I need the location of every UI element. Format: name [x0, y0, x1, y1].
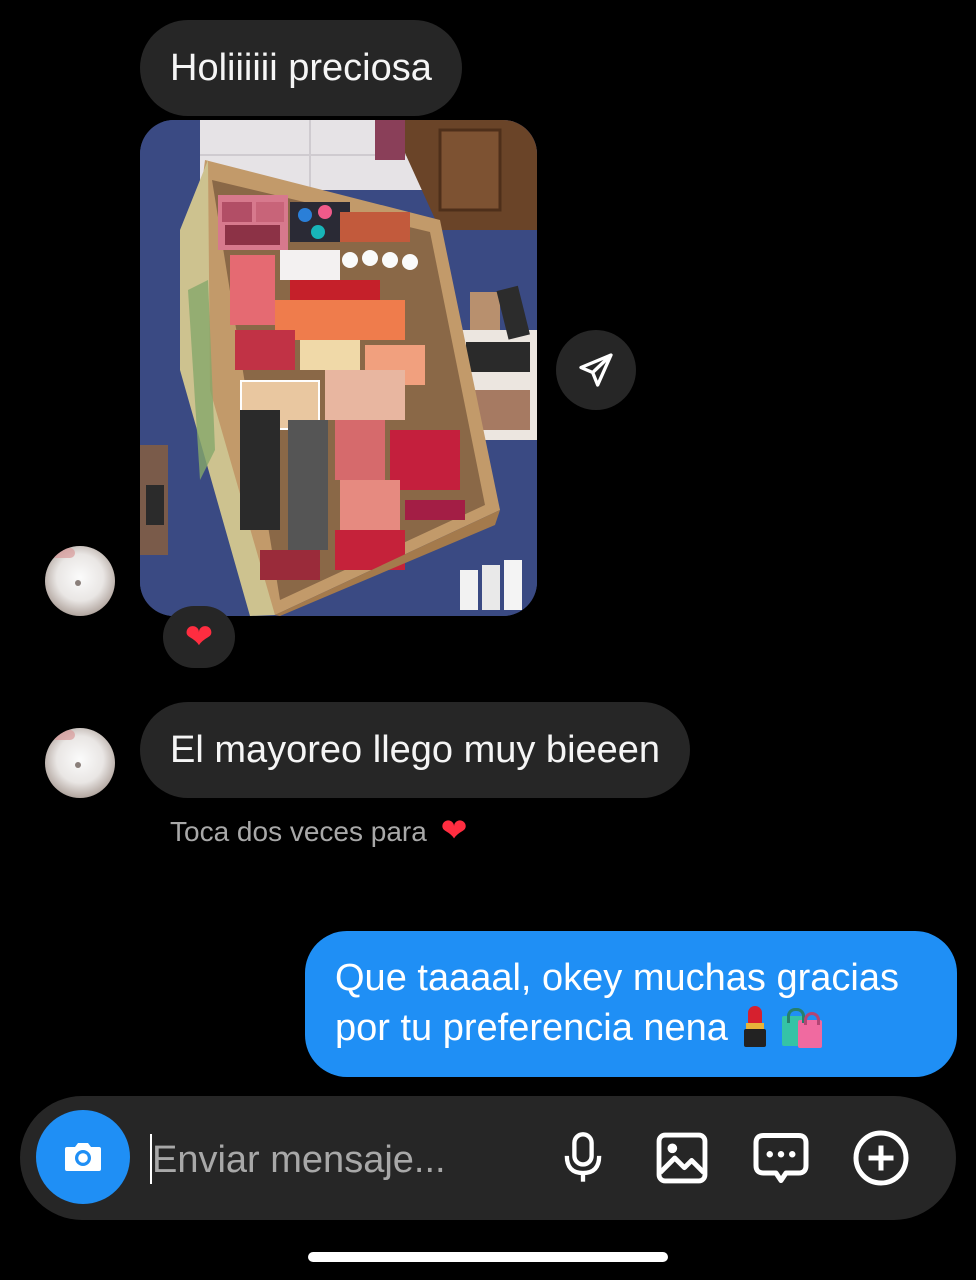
sender-avatar[interactable]: [45, 546, 115, 616]
lipstick-emoji: [742, 1006, 768, 1048]
send-paper-plane-icon: [579, 353, 613, 387]
gallery-button[interactable]: [650, 1126, 714, 1190]
message-text-line: Que taaaal, okey muchas gracias: [335, 957, 899, 999]
message-input[interactable]: [152, 1130, 532, 1190]
incoming-message-bubble[interactable]: El mayoreo llego muy bieeen: [140, 702, 691, 798]
outgoing-message-bubble[interactable]: Que taaaal, okey muchas gracias por tu p…: [305, 931, 957, 1077]
photo-image: [140, 120, 537, 616]
camera-button[interactable]: [36, 1110, 130, 1204]
avatar-detail: [51, 548, 75, 558]
shopping-bags-emoji: [781, 1006, 824, 1048]
image-gallery-icon: [656, 1132, 708, 1184]
home-indicator[interactable]: [308, 1252, 668, 1262]
microphone-icon: [564, 1132, 602, 1182]
message-text: Holiiiiii preciosa: [170, 47, 432, 89]
avatar-detail: [75, 762, 81, 768]
share-photo-button[interactable]: [556, 330, 636, 410]
message-text-line-2: por tu preferencia nena: [335, 1003, 927, 1053]
sticker-button[interactable]: [749, 1126, 813, 1190]
camera-icon: [65, 1143, 101, 1171]
heart-reaction[interactable]: ❤: [163, 606, 235, 668]
avatar-detail: [75, 580, 81, 586]
heart-icon: ❤: [184, 618, 214, 656]
sender-avatar[interactable]: [45, 728, 115, 798]
message-text: El mayoreo llego muy bieeen: [170, 729, 661, 771]
heart-icon: ❤: [440, 812, 468, 848]
microphone-button[interactable]: [551, 1126, 615, 1190]
avatar-detail: [51, 730, 75, 740]
message-text: por tu preferencia nena: [335, 1007, 728, 1049]
double-tap-hint: Toca dos veces para ❤: [170, 810, 467, 852]
chat-bubble-dots-icon: [753, 1133, 809, 1183]
hint-text: Toca dos veces para: [170, 816, 427, 847]
more-options-button[interactable]: [849, 1126, 913, 1190]
plus-circle-icon: [853, 1130, 909, 1186]
photo-message[interactable]: [140, 120, 537, 616]
incoming-message-bubble[interactable]: Holiiiiii preciosa: [140, 20, 462, 116]
